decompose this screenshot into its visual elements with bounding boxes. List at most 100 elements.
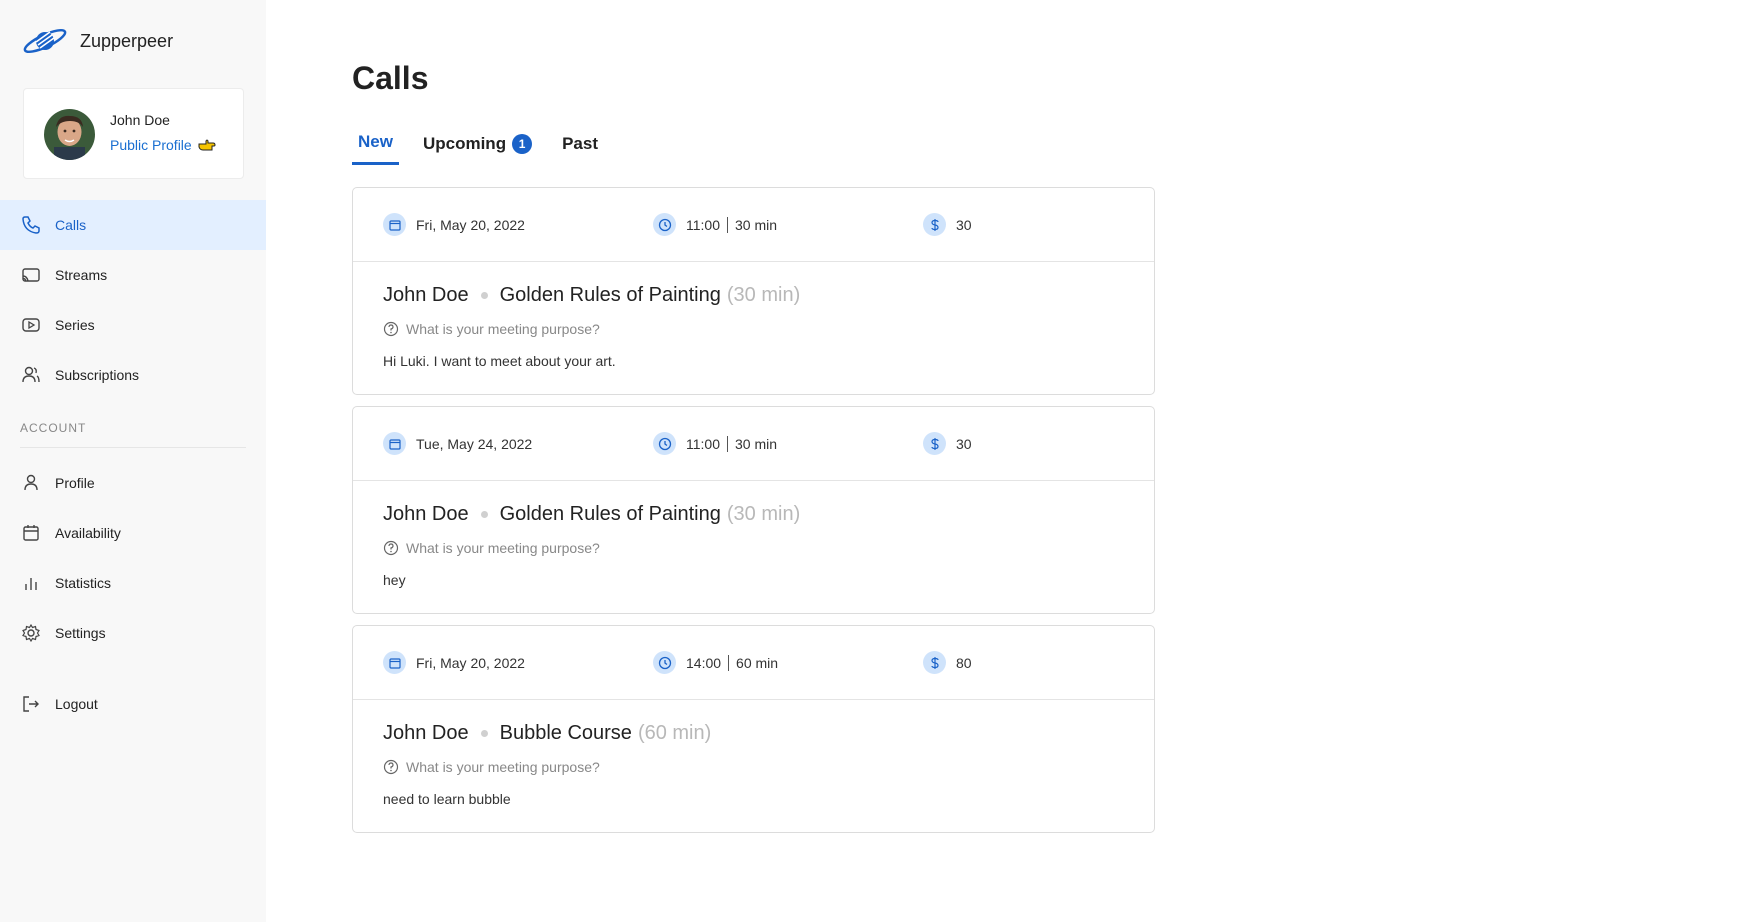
- dollar-icon: [923, 432, 946, 455]
- length-text: 60 min: [736, 654, 779, 671]
- nav-item-profile[interactable]: Profile: [0, 458, 266, 508]
- date-text: Fri, May 20, 2022: [416, 216, 525, 233]
- nav-label: Availability: [55, 525, 121, 541]
- account-nav: Profile Availability Statistics Settings: [0, 458, 266, 658]
- person-name: John Doe: [383, 722, 469, 744]
- nav-item-streams[interactable]: Streams: [0, 250, 266, 300]
- price-text: 30: [956, 435, 972, 452]
- call-body: John Doe Bubble Course (60 min) What is …: [353, 700, 1154, 832]
- calendar-icon: [23, 525, 39, 541]
- question-text: What is your meeting purpose?: [406, 759, 600, 775]
- nav-label: Statistics: [55, 575, 112, 591]
- avatar[interactable]: [44, 109, 95, 160]
- nav-item-series[interactable]: Series: [0, 300, 266, 350]
- nav-item-logout[interactable]: Logout: [0, 679, 266, 729]
- account-section-label: ACCOUNT: [20, 421, 87, 435]
- tabs: New Upcoming 1 Past: [352, 128, 622, 165]
- date-text: Tue, May 24, 2022: [416, 435, 533, 452]
- logout-icon: [23, 696, 39, 712]
- dot-separator: [480, 511, 488, 518]
- call-message: hey: [383, 572, 406, 588]
- sidebar: Zupperpeer John Doe Public Profile Calls…: [0, 0, 266, 922]
- public-profile-link[interactable]: Public Profile: [110, 137, 216, 153]
- call-body: John Doe Golden Rules of Painting (30 mi…: [353, 262, 1154, 394]
- person-name: John Doe: [383, 284, 469, 306]
- play-icon: [22, 318, 40, 332]
- nav-label: Logout: [55, 696, 98, 712]
- tab-new[interactable]: New: [352, 128, 399, 165]
- main-content: Calls New Upcoming 1 Past Fri, May 20, 2…: [266, 0, 1737, 922]
- meeting-question: What is your meeting purpose?: [383, 540, 1124, 556]
- call-price: 30: [923, 213, 972, 236]
- meeting-question: What is your meeting purpose?: [383, 321, 1124, 337]
- dot-separator: [480, 292, 488, 299]
- gear-icon: [22, 623, 40, 643]
- app-name: Zupperpeer: [80, 30, 174, 51]
- nav-label: Profile: [55, 475, 95, 491]
- section-divider: [20, 447, 246, 448]
- calendar-icon: [383, 651, 406, 674]
- length-text: 30 min: [735, 435, 778, 452]
- call-title: John Doe Golden Rules of Painting (30 mi…: [383, 503, 1124, 526]
- call-price: 30: [923, 432, 972, 455]
- meeting-question: What is your meeting purpose?: [383, 759, 1124, 775]
- call-card[interactable]: Tue, May 24, 2022 11:00 30 min 30 John D…: [352, 406, 1155, 614]
- separator: [727, 216, 728, 233]
- nav-label: Settings: [55, 625, 106, 641]
- call-time: 11:00 30 min: [653, 213, 777, 236]
- length-text: 30 min: [735, 216, 778, 233]
- time-text: 11:00: [686, 435, 720, 452]
- price-text: 80: [956, 654, 972, 671]
- clock-icon: [653, 213, 676, 236]
- nav-label: Subscriptions: [55, 367, 140, 383]
- user-icon: [24, 474, 38, 491]
- call-meta: Tue, May 24, 2022 11:00 30 min 30: [353, 407, 1154, 481]
- price-text: 30: [956, 216, 972, 233]
- nav-item-availability[interactable]: Availability: [0, 508, 266, 558]
- tab-past[interactable]: Past: [556, 128, 604, 165]
- course-duration: (60 min): [637, 722, 712, 744]
- call-title: John Doe Bubble Course (60 min): [383, 722, 1124, 745]
- question-icon: [383, 759, 399, 775]
- bar-chart-icon: [25, 578, 37, 590]
- users-icon: [22, 366, 40, 383]
- nav-item-subscriptions[interactable]: Subscriptions: [0, 350, 266, 400]
- call-title: John Doe Golden Rules of Painting (30 mi…: [383, 284, 1124, 307]
- call-card[interactable]: Fri, May 20, 2022 14:00 60 min 80 John D…: [352, 625, 1155, 833]
- tab-upcoming[interactable]: Upcoming 1: [417, 128, 538, 165]
- nav-item-calls[interactable]: Calls: [0, 200, 266, 250]
- brand[interactable]: Zupperpeer: [21, 26, 173, 56]
- main-nav: Calls Streams Series Subscriptions: [0, 200, 266, 400]
- person-name: John Doe: [383, 503, 469, 525]
- page-title: Calls: [352, 60, 429, 96]
- cast-icon: [22, 268, 40, 282]
- call-body: John Doe Golden Rules of Painting (30 mi…: [353, 481, 1154, 613]
- course-duration: (30 min): [726, 503, 801, 525]
- question-icon: [383, 321, 399, 337]
- tab-label: Upcoming: [422, 133, 507, 153]
- call-date: Fri, May 20, 2022: [383, 651, 525, 674]
- nav-item-statistics[interactable]: Statistics: [0, 558, 266, 608]
- avatar-photo-icon: [44, 109, 95, 160]
- nav-item-settings[interactable]: Settings: [0, 608, 266, 658]
- call-meta: Fri, May 20, 2022 11:00 30 min 30: [353, 188, 1154, 262]
- course-duration: (30 min): [726, 284, 801, 306]
- call-message: need to learn bubble: [383, 791, 511, 807]
- tab-label: New: [358, 132, 393, 151]
- call-card[interactable]: Fri, May 20, 2022 11:00 30 min 30 John D…: [352, 187, 1155, 395]
- time-text: 14:00: [686, 654, 722, 671]
- time-text: 11:00: [686, 216, 720, 233]
- clock-icon: [653, 651, 676, 674]
- nav-label: Streams: [55, 267, 108, 283]
- clock-icon: [653, 432, 676, 455]
- logout-nav: Logout: [0, 679, 266, 729]
- course-name: Golden Rules of Painting: [499, 503, 721, 525]
- separator: [728, 654, 730, 671]
- profile-name: John Doe: [110, 112, 170, 128]
- calendar-icon: [383, 432, 406, 455]
- question-icon: [383, 540, 399, 556]
- call-meta: Fri, May 20, 2022 14:00 60 min 80: [353, 626, 1154, 700]
- course-name: Golden Rules of Painting: [499, 284, 721, 306]
- pointing-hand-icon: [198, 139, 216, 151]
- call-time: 11:00 30 min: [653, 432, 777, 455]
